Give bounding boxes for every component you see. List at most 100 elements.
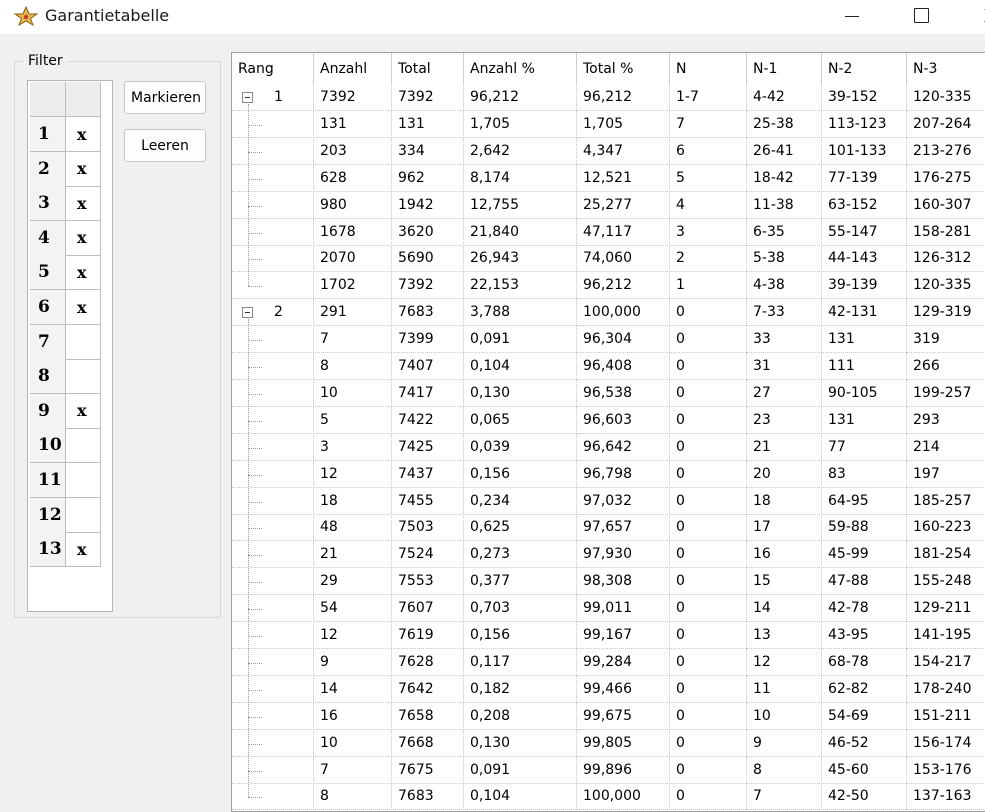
table-cell: 203 (314, 137, 392, 165)
filter-row[interactable]: 10 (30, 428, 101, 464)
filter-row-mark[interactable] (66, 463, 101, 498)
table-cell: 7619 (392, 622, 464, 649)
column-header[interactable]: N (670, 53, 747, 84)
column-header[interactable]: Anzahl (314, 53, 392, 84)
table-row[interactable]: 8 7683 0,104 100,000 0 7 42-50 137-163 (232, 783, 985, 811)
table-row[interactable]: 10 7417 0,130 96,538 0 27 90-105 199-257 (232, 379, 985, 407)
column-header[interactable]: Total (392, 53, 464, 84)
filter-list[interactable]: 1 x 2 x 3 x 4 x 5 x 6 x 7 8 9 x 10 11 12 13 x (27, 80, 113, 612)
table-cell: 46-52 (822, 729, 907, 757)
filter-row[interactable]: 13 x (30, 532, 101, 568)
column-header[interactable]: N-3 (907, 53, 985, 84)
table-row[interactable]: 1702 7392 22,153 96,212 1 4-38 39-139 120-335 (232, 272, 985, 300)
filter-row-mark[interactable]: x (66, 255, 101, 291)
table-row[interactable]: 1678 3620 21,840 47,117 3 6-35 55-147 158-281 (232, 218, 985, 246)
filter-row[interactable]: 7 (30, 324, 101, 360)
filter-row-mark[interactable]: x (66, 290, 101, 325)
mark-button[interactable]: Markieren (124, 81, 206, 114)
table-row[interactable]: 12 7437 0,156 96,798 0 20 83 197 (232, 460, 985, 488)
filter-row-mark[interactable]: x (66, 186, 101, 222)
filter-row-mark[interactable]: x (66, 532, 101, 568)
table-row[interactable]: 9 7628 0,117 99,284 0 12 68-78 154-217 (232, 648, 985, 676)
guarantee-table[interactable]: Rang Anzahl Total Anzahl % Total % N N-1 N-2 N-3… (231, 52, 985, 812)
table-cell: 11-38 (747, 191, 822, 219)
column-header[interactable]: N-2 (822, 53, 907, 84)
filter-row[interactable]: 4x (30, 220, 101, 256)
rang-cell (232, 514, 314, 542)
filter-row-mark[interactable] (66, 428, 101, 464)
tree-connector (248, 555, 262, 557)
collapse-icon[interactable] (242, 307, 253, 319)
table-cell: 96,642 (577, 433, 670, 461)
filter-row-mark[interactable]: x (66, 220, 101, 256)
table-row[interactable]: 131 131 1,705 1,705 7 25-38 113-123 207-264 (232, 110, 985, 138)
table-row[interactable]: 980 1942 12,755 25,277 4 11-38 63-152 160-307 (232, 191, 985, 219)
column-header[interactable]: Rang (232, 53, 314, 84)
column-header[interactable]: Anzahl % (464, 53, 577, 84)
table-cell: 160-307 (907, 192, 985, 219)
table-row[interactable]: 5 7422 0,065 96,603 0 23 131 293 (232, 406, 985, 434)
filter-row[interactable]: 3x (30, 186, 101, 222)
filter-row[interactable]: 1x (30, 117, 101, 152)
table-row[interactable]: 12 7619 0,156 99,167 0 13 43-95 141-195 (232, 622, 985, 649)
table-row[interactable]: 7 7675 0,091 99,896 0 8 45-60 153-176 (232, 756, 985, 784)
table-row[interactable]: 2070 5690 26,943 74,060 2 5-38 44-143 126-312 (232, 245, 985, 273)
table-row[interactable]: 48 7503 0,625 97,657 0 17 59-88 160-223 (232, 514, 985, 542)
table-row[interactable]: 8 7407 0,104 96,408 0 31 111 266 (232, 353, 985, 380)
filter-row[interactable]: 2x (30, 151, 101, 187)
filter-row-mark[interactable] (66, 497, 101, 533)
filter-row-number: 5 (30, 255, 66, 291)
clear-button[interactable]: Leeren (124, 129, 206, 162)
table-cell: 7417 (392, 379, 464, 407)
table-cell: 7392 (314, 84, 392, 111)
filter-row[interactable]: 12 (30, 497, 101, 533)
tree-guide-line (248, 104, 249, 287)
table-row[interactable]: 54 7607 0,703 99,011 0 14 42-78 129-211 (232, 595, 985, 623)
table-cell: 131 (392, 110, 464, 138)
column-header[interactable]: N-1 (747, 53, 822, 84)
collapse-icon[interactable] (242, 92, 253, 103)
filter-row[interactable]: 8 (30, 359, 101, 395)
table-row[interactable]: 14 7642 0,182 99,466 0 11 62-82 178-240 (232, 675, 985, 703)
filter-list-header (30, 82, 101, 117)
table-cell: 99,284 (577, 648, 670, 676)
table-cell: 20 (747, 460, 822, 488)
filter-row[interactable]: 11 (30, 463, 101, 498)
table-group-row[interactable]: 1 7392 7392 96,212 96,212 1-7 4-42 39-152 120-33… (232, 84, 985, 111)
table-row[interactable]: 21 7524 0,273 97,930 0 16 45-99 181-254 (232, 541, 985, 569)
close-button[interactable] (962, 0, 985, 32)
table-cell: 8 (314, 783, 392, 811)
filter-row[interactable]: 5x (30, 255, 101, 291)
column-header[interactable]: Total % (577, 53, 670, 84)
table-cell: 2,642 (464, 137, 577, 165)
table-cell: 0 (670, 756, 747, 784)
table-row[interactable]: 18 7455 0,234 97,032 0 18 64-95 185-257 (232, 487, 985, 515)
table-row[interactable]: 203 334 2,642 4,347 6 26-41 101-133 213-276 (232, 137, 985, 165)
filter-row-mark[interactable]: x (66, 151, 101, 187)
table-cell: 0,156 (464, 460, 577, 488)
rang-cell: 2 (232, 299, 314, 327)
table-row[interactable]: 3 7425 0,039 96,642 0 21 77 214 (232, 433, 985, 461)
table-cell: 266 (907, 353, 985, 380)
table-cell: 141-195 (907, 622, 985, 649)
table-row[interactable]: 29 7553 0,377 98,308 0 15 47-88 155-248 (232, 568, 985, 596)
filter-row-mark[interactable] (66, 324, 101, 360)
table-row[interactable]: 7 7399 0,091 96,304 0 33 131 319 (232, 326, 985, 354)
filter-row-mark[interactable]: x (66, 117, 101, 152)
table-row[interactable]: 10 7668 0,130 99,805 0 9 46-52 156-174 (232, 729, 985, 757)
rang-cell (232, 272, 314, 300)
filter-row[interactable]: 6x (30, 290, 101, 325)
table-row[interactable]: 628 962 8,174 12,521 5 18-42 77-139 176-275 (232, 164, 985, 192)
table-cell: 0,091 (464, 756, 577, 784)
maximize-button[interactable] (898, 0, 944, 32)
table-row[interactable]: 16 7658 0,208 99,675 0 10 54-69 151-211 (232, 702, 985, 730)
table-group-row[interactable]: 2 291 7683 3,788 100,000 0 7-33 42-131 129-319 (232, 299, 985, 327)
tree-connector (248, 743, 262, 745)
table-cell: 129-211 (907, 595, 985, 622)
table-cell: 77 (822, 433, 907, 461)
filter-row-mark[interactable]: x (66, 393, 101, 429)
minimize-button[interactable] (830, 0, 876, 32)
filter-row[interactable]: 9x (30, 393, 101, 429)
rang-cell: 1 (232, 84, 314, 111)
filter-row-mark[interactable] (66, 359, 101, 395)
